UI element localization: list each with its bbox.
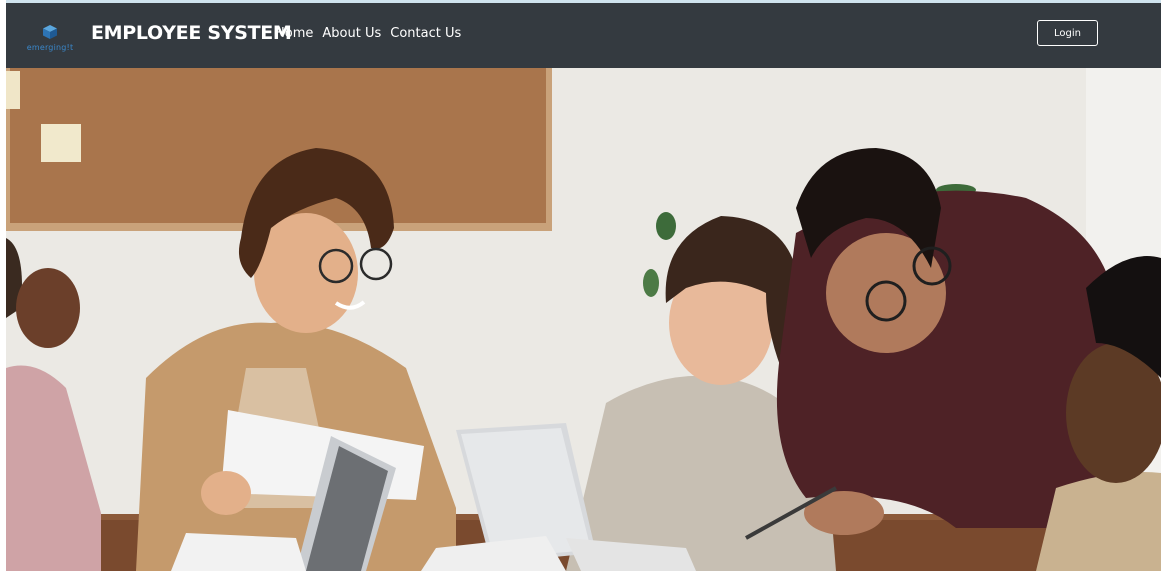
nav-links: Home About Us Contact Us bbox=[275, 26, 461, 41]
nav-link-contact-us[interactable]: Contact Us bbox=[390, 26, 461, 41]
cube-logo-icon bbox=[43, 25, 57, 39]
login-button[interactable]: Login bbox=[1037, 20, 1098, 46]
hero-image bbox=[6, 68, 1161, 571]
navbar: emerging!t EMPLOYEE SYSTEM Home About Us… bbox=[6, 3, 1161, 68]
nav-link-about-us[interactable]: About Us bbox=[322, 26, 381, 41]
team-meeting-photo bbox=[6, 68, 1161, 571]
logo-text: emerging!t bbox=[26, 43, 74, 52]
brand-title[interactable]: EMPLOYEE SYSTEM bbox=[91, 22, 292, 44]
nav-link-home[interactable]: Home bbox=[275, 26, 313, 41]
page: emerging!t EMPLOYEE SYSTEM Home About Us… bbox=[0, 0, 1161, 571]
brand-logo[interactable]: emerging!t bbox=[20, 21, 80, 55]
